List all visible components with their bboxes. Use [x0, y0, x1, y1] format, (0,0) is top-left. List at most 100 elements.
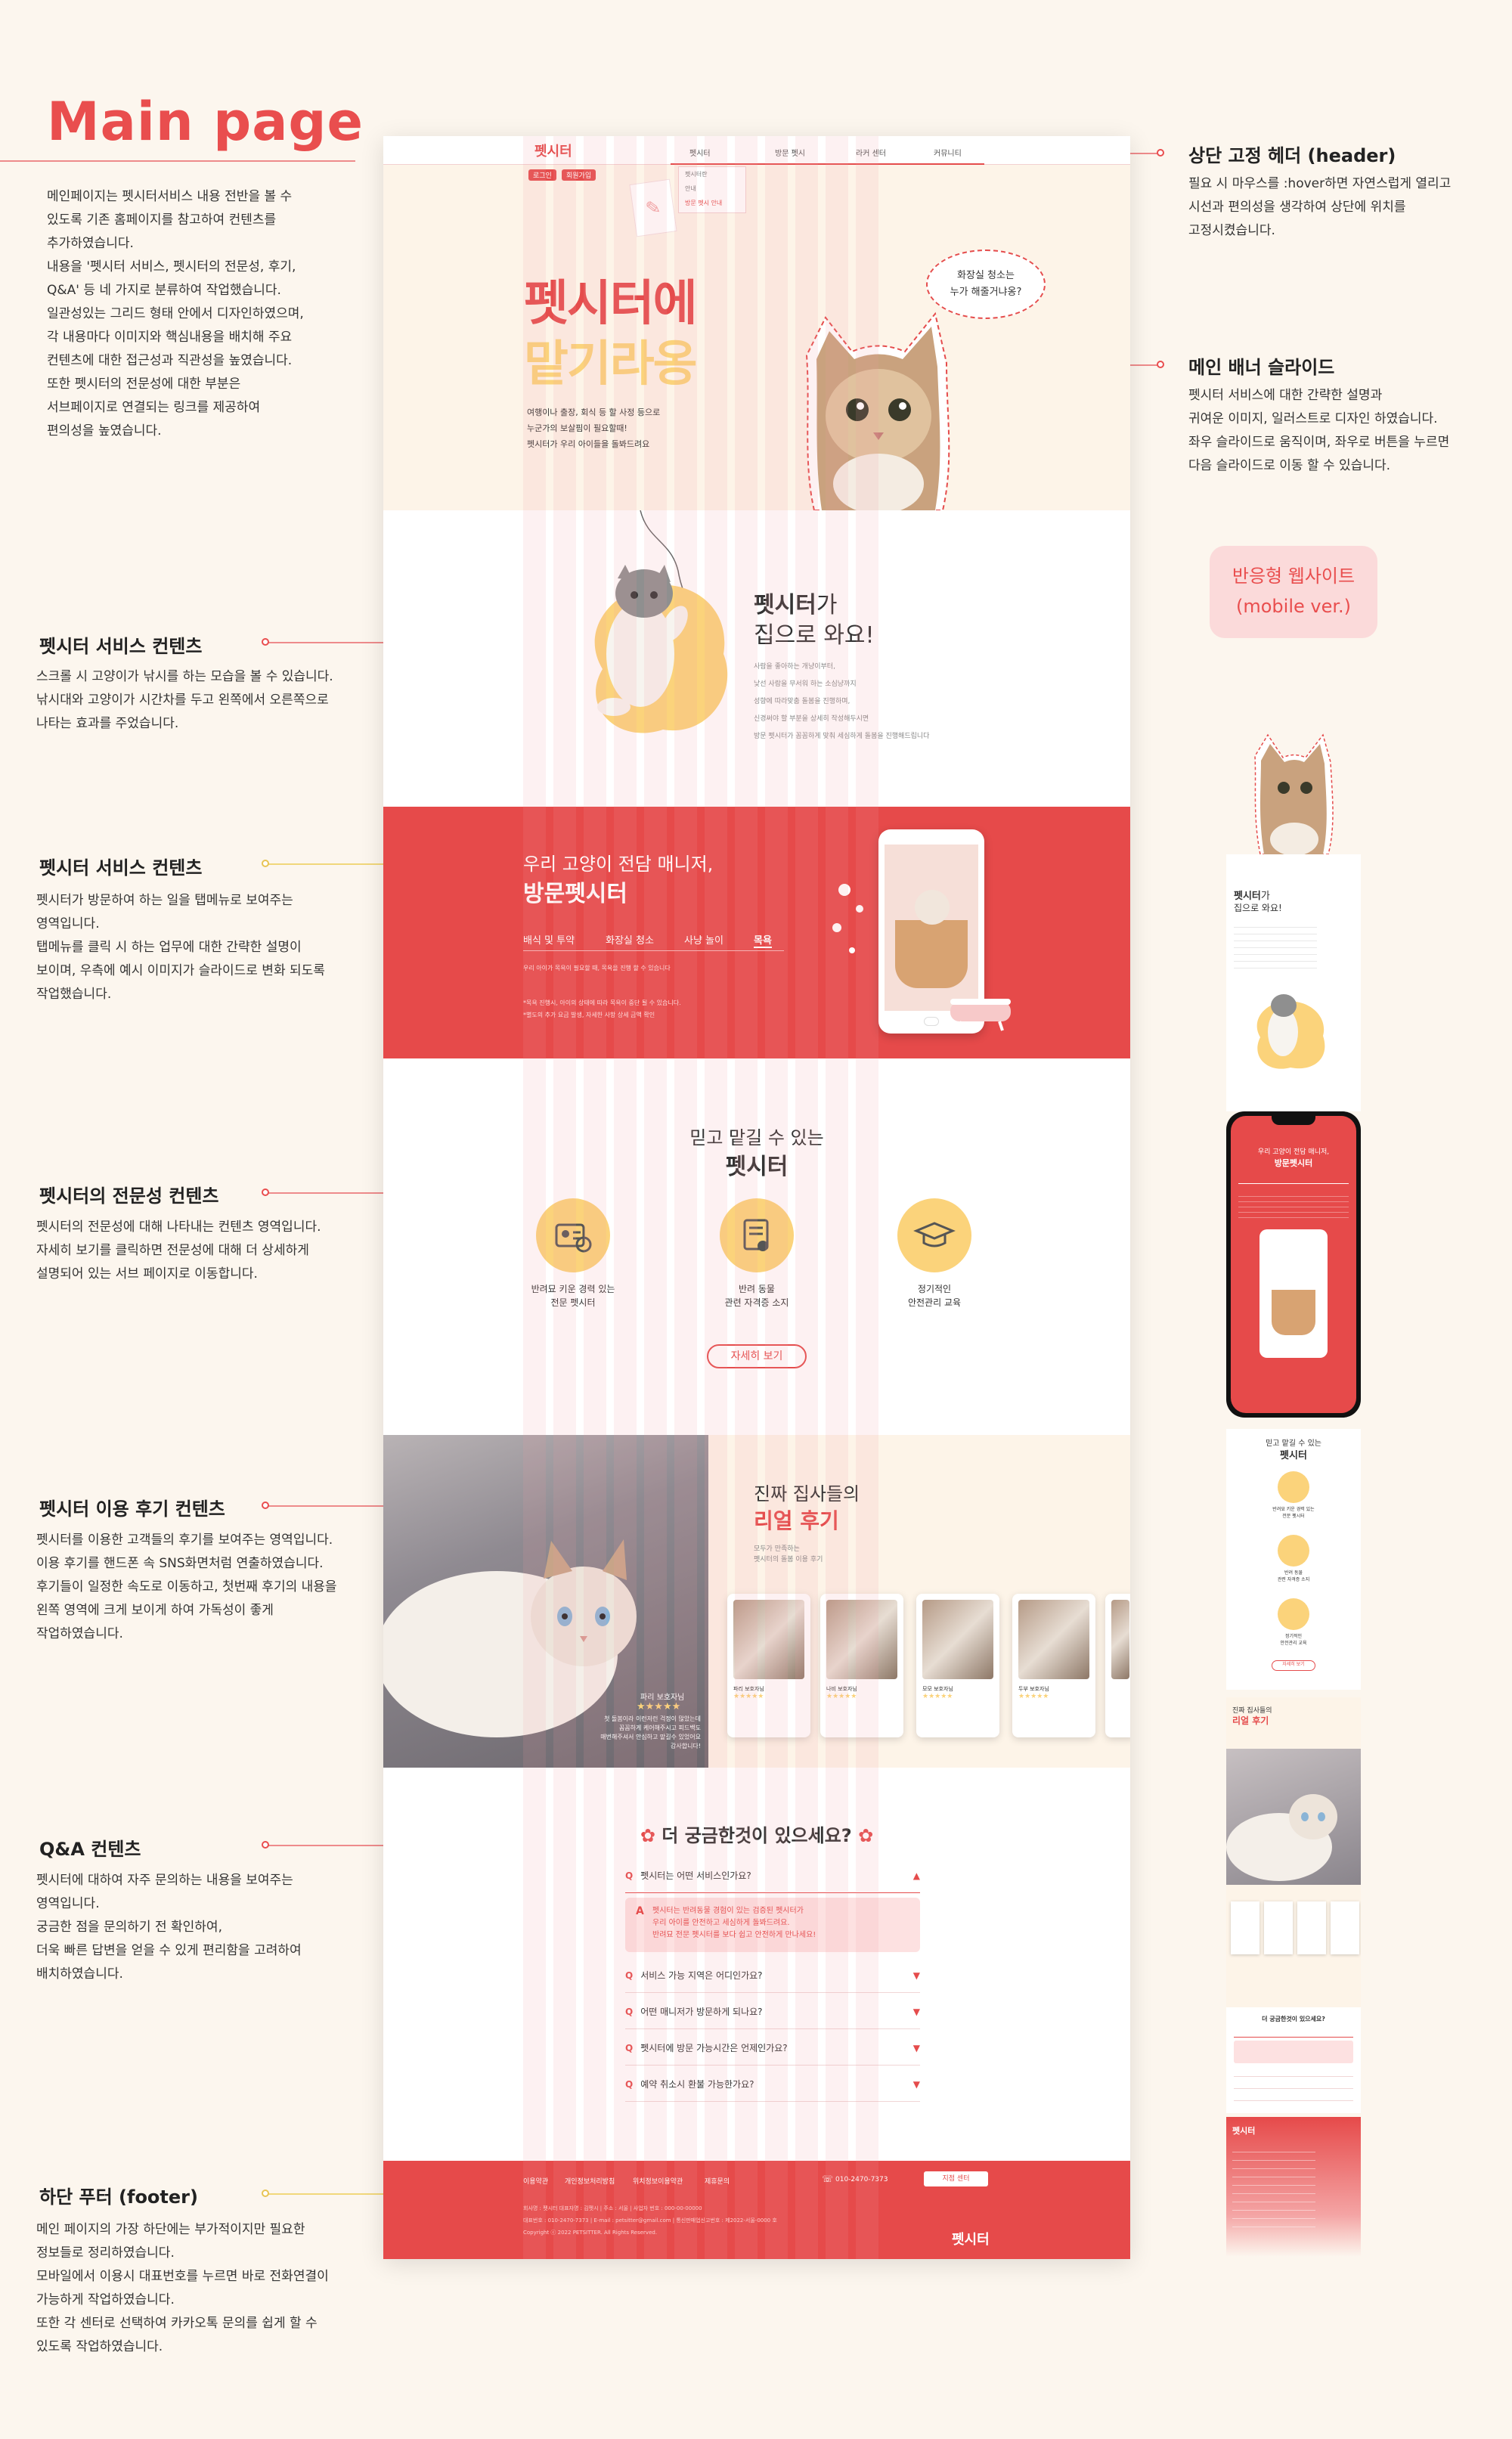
- dropdown-item[interactable]: 방문 펫시 안내: [679, 196, 745, 210]
- mobile-faq-item[interactable]: [1234, 2068, 1353, 2077]
- site-logo[interactable]: 펫시터: [534, 141, 572, 160]
- mobile-expert-icon: [1278, 1535, 1309, 1567]
- mobile-review-card[interactable]: [1297, 1901, 1326, 1954]
- review-card-name: 파리 보호자님: [733, 1686, 764, 1692]
- login-tag[interactable]: 로그인: [528, 169, 556, 181]
- note-body-expert: 펫시터의 전문성에 대해 나타내는 컨텐츠 영역입니다. 자세히 보기를 클릭하…: [36, 1220, 321, 1281]
- mobile-phone-screen: 우리 고양이 전담 매니저, 방문펫시터: [1231, 1116, 1356, 1413]
- nav-item-petsitter[interactable]: 펫시터: [689, 147, 711, 158]
- visit-tab-active[interactable]: 목욕: [754, 932, 772, 948]
- review-card[interactable]: 모모 보호자님 ★★★★★: [916, 1594, 999, 1737]
- expert-label: 반려묘 키운 경력 있는 전문 펫시터: [531, 1284, 615, 1308]
- note-title-header: 상단 고정 헤더 (header): [1188, 145, 1396, 166]
- review-section: 파리 보호자님 ★★★★★ 첫 돌봄이라 이런저런 걱정이 많았는데 꼼꼼하게 …: [383, 1435, 1130, 1768]
- faq-item[interactable]: Q 어떤 매니저가 방문하게 되나요? ▼: [625, 1994, 920, 2029]
- answer-icon: A: [636, 1905, 644, 1917]
- mobile-fishing-cat: [1256, 994, 1325, 1069]
- note-title-service1: 펫시터 서비스 컨텐츠: [39, 636, 203, 657]
- featured-review-name: 파리 보호자님: [640, 1694, 685, 1702]
- nav-dropdown: 펫시터란 안내 방문 펫시 안내: [678, 166, 746, 213]
- more-details-button[interactable]: 자세히 보기: [707, 1344, 807, 1368]
- mobile-review-card[interactable]: [1231, 1901, 1259, 1954]
- mobile-review-card[interactable]: [1264, 1901, 1293, 1954]
- visit-note: *목욕 진행시, 아이의 상태에 따라 목욕이 중단 될 수 있습니다. *별도…: [523, 999, 681, 1018]
- review-card-partial: [1105, 1594, 1130, 1737]
- footer-phone[interactable]: 010-2470-7373: [835, 2176, 888, 2183]
- mobile-footer-logo: 펫시터: [1232, 2126, 1256, 2136]
- banner-title-line2: 맡기라옹: [524, 336, 698, 392]
- footer-link[interactable]: 이용약관: [523, 2176, 548, 2186]
- mobile-tub: [1272, 1290, 1315, 1335]
- review-card[interactable]: 파리 보호자님 ★★★★★: [727, 1594, 810, 1737]
- visit-tab[interactable]: 화장실 청소: [606, 932, 654, 947]
- review-card-stars: ★★★★★: [922, 1693, 953, 1700]
- mobile-footer-lines: [1232, 2144, 1315, 2235]
- note-title-banner: 메인 배너 슬라이드: [1188, 357, 1335, 378]
- graduation-cap-icon: [897, 1198, 971, 1272]
- mobile-service-title: 펫시터가: [1234, 888, 1270, 902]
- question-icon: Q: [625, 1969, 634, 1981]
- cat-in-tub: [915, 890, 950, 925]
- leader-dot: [262, 860, 269, 867]
- mobile-footer: 펫시터: [1226, 2117, 1361, 2257]
- signup-tag[interactable]: 회원가입: [562, 169, 596, 181]
- visit-tab[interactable]: 배식 및 투약: [523, 932, 575, 947]
- mobile-visit-desc: [1238, 1192, 1349, 1222]
- note-body-service2: 펫시터가 방문하여 하는 일을 탭메뉴로 보여주는 영역입니다. 탭메뉴를 클릭…: [36, 893, 325, 1002]
- note-body-review: 펫시터를 이용한 고객들의 후기를 보여주는 영역입니다. 이용 후기를 핸드폰…: [36, 1533, 337, 1641]
- faq-question: 어떤 매니저가 방문하게 되나요?: [640, 2007, 763, 2017]
- review-card[interactable]: 나비 보호자님 ★★★★★: [820, 1594, 903, 1737]
- leader-dot: [262, 638, 269, 646]
- note-body-footer: 메인 페이지의 가장 하단에는 부가적이지만 필요한 정보들로 정리하였습니다.…: [36, 2222, 329, 2354]
- mobile-cat-image: [1254, 733, 1334, 854]
- expert-label: 정기적인 안전관리 교육: [907, 1284, 962, 1308]
- review-card[interactable]: 두부 보호자님 ★★★★★: [1012, 1594, 1095, 1737]
- main-page-mockup: 펫시터 로그인 회원가입 펫시터 방문 펫시 라커 센터 커뮤니티 펫시터란 안…: [383, 136, 1130, 2259]
- phone-screen: [885, 845, 978, 1011]
- note-title-review: 펫시터 이용 후기 컨텐츠: [39, 1498, 225, 1520]
- mobile-expert-title: 펫시터: [1280, 1450, 1307, 1461]
- center-select-button[interactable]: 지점 센터: [924, 2171, 988, 2186]
- dropdown-item[interactable]: 펫시터란: [679, 167, 745, 181]
- leader-dot: [262, 1502, 269, 1509]
- mobile-expert-label: 반려묘 키운 경력 있는 전문 펫시터: [1272, 1507, 1315, 1519]
- footer-link[interactable]: 제휴문의: [705, 2176, 730, 2186]
- review-featured-photo: 파리 보호자님 ★★★★★ 첫 돌봄이라 이런저런 걱정이 많았는데 꼼꼼하게 …: [383, 1435, 708, 1768]
- faq-item[interactable]: Q 예약 취소시 환불 가능한가요? ▼: [625, 2067, 920, 2102]
- faq-item[interactable]: Q 서비스 가능 지역은 어디인가요? ▼: [625, 1958, 920, 1993]
- mobile-visit-tabs[interactable]: [1238, 1175, 1349, 1184]
- mobile-service-subtitle: 집으로 와요!: [1234, 903, 1282, 913]
- note-body-header: 필요 시 마우스를 :hover하면 자연스럽게 열리고 시선과 편의성을 생각…: [1188, 176, 1452, 238]
- review-card-name: 나비 보호자님: [826, 1686, 857, 1692]
- footer-link[interactable]: 위치정보이용약관: [633, 2176, 683, 2186]
- service-title-rest: 가: [816, 592, 838, 618]
- faq-item[interactable]: Q 펫시터에 방문 가능시간은 언제인가요? ▼: [625, 2031, 920, 2066]
- phone-home-button: [924, 1017, 939, 1026]
- mobile-more-button[interactable]: 자세히 보기: [1272, 1660, 1315, 1671]
- review-desc: 모두가 만족하는 펫시터의 돌봄 이용 후기: [754, 1545, 823, 1564]
- note-title-expert: 펫시터의 전문성 컨텐츠: [39, 1185, 219, 1207]
- nav-item-center[interactable]: 라커 센터: [856, 147, 886, 158]
- mobile-faq-open[interactable]: [1234, 2030, 1353, 2038]
- banner-title-line1: 펫시터에: [524, 276, 698, 332]
- expert-title: 펫시터: [725, 1154, 789, 1180]
- note-title-footer: 하단 푸터 (footer): [39, 2186, 198, 2208]
- footer-link[interactable]: 개인정보처리방침: [565, 2176, 615, 2186]
- nav-item-visit[interactable]: 방문 펫시: [775, 147, 805, 158]
- dropdown-item[interactable]: 안내: [679, 181, 745, 196]
- banner-cat-image: [805, 311, 950, 510]
- nav-item-community[interactable]: 커뮤니티: [934, 147, 962, 158]
- mobile-faq-item[interactable]: [1234, 2092, 1353, 2101]
- faq-question: 펫시터는 어떤 서비스인가요?: [640, 1870, 751, 1881]
- faq-item-open[interactable]: Q 펫시터는 어떤 서비스인가요? ▲: [625, 1858, 920, 1893]
- mobile-phone-notch: [1272, 1114, 1315, 1125]
- paw-icon: ✿: [858, 1825, 874, 1846]
- mobile-expert-label: 반려 동물 관련 자격증 소지: [1277, 1570, 1310, 1582]
- mobile-review-card[interactable]: [1331, 1901, 1359, 1954]
- bubbles-decoration: [832, 884, 863, 953]
- visit-tab[interactable]: 사냥 놀이: [684, 932, 723, 947]
- site-footer: 이용약관 개인정보처리방침 위치정보이용약관 제휴문의 ☏ 010-2470-7…: [383, 2161, 1130, 2259]
- review-card-name: 모모 보호자님: [922, 1686, 953, 1692]
- service-title-bold: 펫시터: [754, 592, 816, 618]
- mobile-faq-item[interactable]: [1234, 2080, 1353, 2089]
